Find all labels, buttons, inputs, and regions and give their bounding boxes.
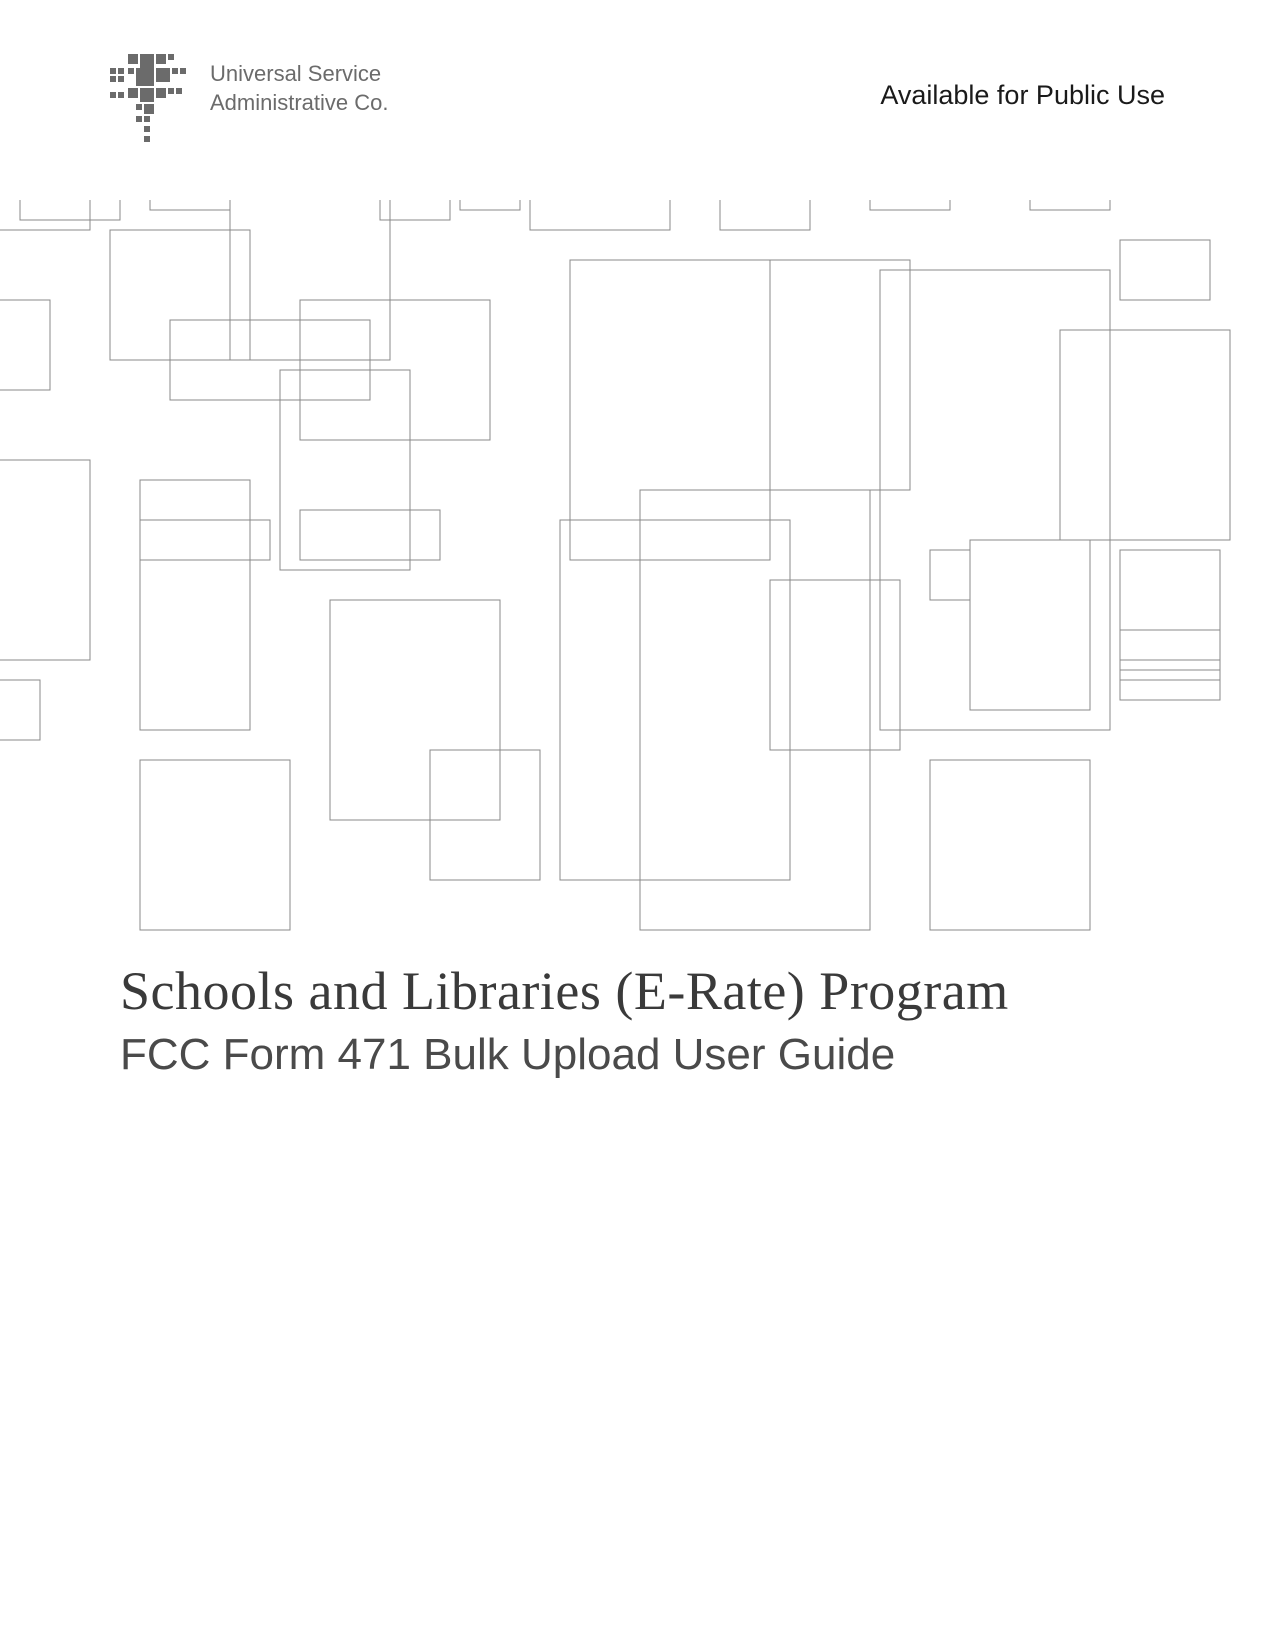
availability-label: Available for Public Use	[880, 80, 1165, 111]
logo-line-2: Administrative Co.	[210, 89, 389, 118]
decorative-rectangles	[0, 200, 1275, 940]
title-block: Schools and Libraries (E-Rate) Program F…	[120, 960, 1155, 1080]
logo-text: Universal Service Administrative Co.	[210, 60, 389, 117]
page-header: Universal Service Administrative Co. Ava…	[0, 50, 1275, 150]
document-subtitle: FCC Form 471 Bulk Upload User Guide	[120, 1030, 1155, 1080]
document-title: Schools and Libraries (E-Rate) Program	[120, 960, 1155, 1022]
usac-logo-icon	[110, 50, 200, 150]
logo-line-1: Universal Service	[210, 60, 389, 89]
logo-block: Universal Service Administrative Co.	[110, 50, 389, 150]
